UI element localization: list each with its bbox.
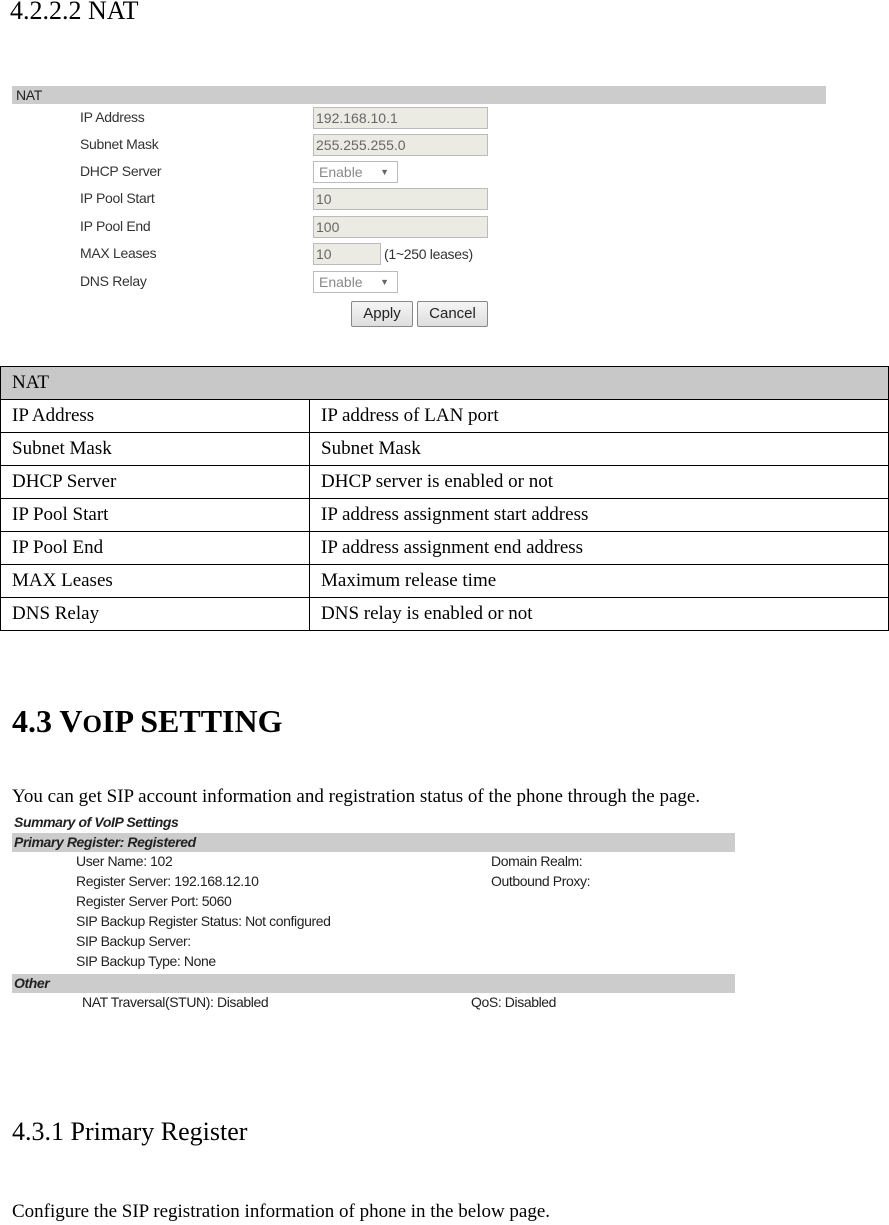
dropdown-arrow-icon: ▼ <box>380 167 389 177</box>
heading-part: IP SETTING <box>101 703 283 739</box>
table-cell-field: MAX Leases <box>0 564 310 598</box>
table-cell-description: IP address assignment end address <box>309 531 889 565</box>
table-cell-field: DNS Relay <box>0 597 310 631</box>
primary-intro-text: Configure the SIP registration informati… <box>12 1201 551 1222</box>
table-cell-description: Subnet Mask <box>309 432 889 466</box>
other-bar: Other <box>12 974 735 993</box>
table-cell-description: Maximum release time <box>309 564 889 598</box>
table-row: MAX Leases Maximum release time <box>0 564 889 598</box>
table-cell-description: DNS relay is enabled or not <box>309 597 889 631</box>
field-input[interactable]: 10 <box>313 243 381 265</box>
field-label: IP Address <box>80 109 145 125</box>
voip-intro-text: You can get SIP account information and … <box>12 786 701 807</box>
summary-item: SIP Backup Server: <box>76 933 191 949</box>
heading-part: O <box>82 711 102 738</box>
section-heading-voip: 4.3 VOIP SETTING <box>12 703 283 740</box>
table-row: IP Pool Start IP address assignment start… <box>0 498 889 532</box>
nat-description-table: NAT IP Address IP address of LAN port Subn… <box>0 366 889 631</box>
summary-item: User Name: 102 <box>76 853 173 869</box>
field-select[interactable]: Enable ▼ <box>313 161 398 183</box>
select-value: Enable <box>319 274 363 290</box>
table-cell-field: IP Address <box>0 399 310 433</box>
summary-item: Register Server Port: 5060 <box>76 893 232 909</box>
table-header: NAT <box>0 366 889 400</box>
primary-register-bar: Primary Register: Registered <box>12 833 735 852</box>
apply-button[interactable]: Apply <box>351 301 413 327</box>
summary-item: Outbound Proxy: <box>491 873 591 889</box>
field-label: MAX Leases <box>80 245 157 261</box>
table-row: IP Pool End IP address assignment end add… <box>0 531 889 565</box>
field-label: DNS Relay <box>80 273 147 289</box>
field-select[interactable]: Enable ▼ <box>313 271 398 293</box>
table-cell-field: IP Pool End <box>0 531 310 565</box>
table-cell-field: IP Pool Start <box>0 498 310 532</box>
field-label: Subnet Mask <box>80 136 159 152</box>
table-cell-description: IP address assignment start address <box>309 498 889 532</box>
dropdown-arrow-icon: ▼ <box>380 277 389 287</box>
field-label: DHCP Server <box>80 163 162 179</box>
field-input[interactable]: 100 <box>313 216 488 238</box>
field-input[interactable]: 255.255.255.0 <box>313 134 488 156</box>
summary-item: SIP Backup Type: None <box>76 953 216 969</box>
summary-item: Domain Realm: <box>491 853 583 869</box>
summary-item: SIP Backup Register Status: Not configur… <box>76 913 331 929</box>
heading-part: 4.3 V <box>12 703 83 739</box>
select-value: Enable <box>319 164 363 180</box>
summary-item: Register Server: 192.168.12.10 <box>76 873 259 889</box>
field-input[interactable]: 10 <box>313 188 488 210</box>
nat-traversal-status: NAT Traversal(STUN): Disabled <box>82 994 269 1010</box>
table-row: IP Address IP address of LAN port <box>0 399 889 433</box>
section-heading-nat: 4.2.2.2 NAT <box>10 0 139 25</box>
field-label: IP Pool End <box>80 218 151 234</box>
table-row: Subnet Mask Subnet Mask <box>0 432 889 466</box>
field-hint: (1~250 leases) <box>384 246 473 262</box>
table-row: DNS Relay DNS relay is enabled or not <box>0 597 889 631</box>
nat-panel-header: NAT <box>12 86 826 104</box>
cancel-button[interactable]: Cancel <box>417 301 488 327</box>
summary-title: Summary of VoIP Settings <box>14 814 179 830</box>
table-cell-field: DHCP Server <box>0 465 310 499</box>
field-input[interactable]: 192.168.10.1 <box>313 107 488 129</box>
field-label: IP Pool Start <box>80 190 155 206</box>
table-cell-description: IP address of LAN port <box>309 399 889 433</box>
table-cell-field: Subnet Mask <box>0 432 310 466</box>
table-row: DHCP Server DHCP server is enabled or not <box>0 465 889 499</box>
table-cell-description: DHCP server is enabled or not <box>309 465 889 499</box>
section-heading-primary-register: 4.3.1 Primary Register <box>12 1117 248 1146</box>
qos-status: QoS: Disabled <box>471 994 557 1010</box>
